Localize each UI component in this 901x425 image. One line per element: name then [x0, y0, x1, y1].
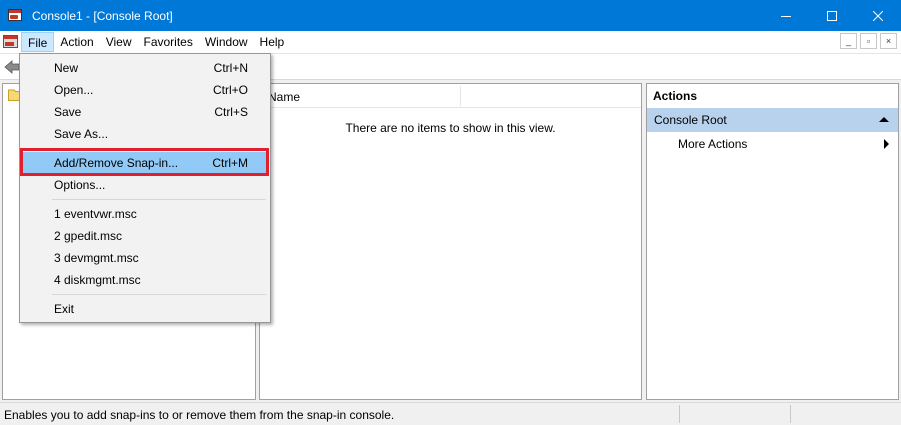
menu-action[interactable]: Action: [54, 32, 99, 52]
close-button[interactable]: [855, 0, 901, 31]
status-divider: [790, 405, 791, 423]
system-menu-icon[interactable]: [3, 34, 19, 50]
file-menu-dropdown: New Ctrl+N Open... Ctrl+O Save Ctrl+S Sa…: [19, 53, 271, 323]
actions-pane: Actions Console Root More Actions: [646, 83, 899, 400]
minimize-button[interactable]: [763, 0, 809, 31]
file-menu-recent-1[interactable]: 1 eventvwr.msc: [22, 203, 268, 225]
file-menu-new[interactable]: New Ctrl+N: [22, 57, 268, 79]
annotation-highlight-box: [20, 148, 269, 176]
mdi-minimize-button[interactable]: _: [840, 33, 857, 49]
menu-separator: [52, 199, 266, 200]
menu-favorites[interactable]: Favorites: [138, 32, 199, 52]
mdi-controls: _ ▫ ×: [837, 33, 897, 49]
close-icon: [873, 10, 883, 21]
submenu-arrow-icon: [884, 139, 889, 149]
actions-group-label: Console Root: [654, 113, 727, 127]
file-menu-recent-3[interactable]: 3 devmgmt.msc: [22, 247, 268, 269]
actions-group-console-root[interactable]: Console Root: [647, 108, 898, 132]
status-divider: [679, 405, 680, 423]
maximize-icon: [827, 10, 837, 21]
more-actions-label: More Actions: [678, 137, 748, 151]
column-header-name[interactable]: Name: [268, 90, 300, 104]
file-menu-open[interactable]: Open... Ctrl+O: [22, 79, 268, 101]
file-menu-save-as[interactable]: Save As...: [22, 123, 268, 145]
menu-bar: File Action View Favorites Window Help _…: [0, 31, 901, 53]
mdi-restore-button[interactable]: ▫: [860, 33, 877, 49]
file-menu-save[interactable]: Save Ctrl+S: [22, 101, 268, 123]
collapse-up-icon[interactable]: [879, 117, 889, 122]
back-arrow-icon[interactable]: [4, 59, 20, 75]
list-header: Name: [260, 84, 641, 108]
file-menu-exit[interactable]: Exit: [22, 298, 268, 320]
file-menu-recent-4[interactable]: 4 diskmgmt.msc: [22, 269, 268, 291]
results-list-pane[interactable]: Name There are no items to show in this …: [259, 83, 642, 400]
empty-list-message: There are no items to show in this view.: [345, 121, 556, 135]
menu-help[interactable]: Help: [254, 32, 291, 52]
mdi-close-button[interactable]: ×: [880, 33, 897, 49]
menu-window[interactable]: Window: [199, 32, 254, 52]
menu-file[interactable]: File: [21, 32, 55, 52]
minimize-icon: [781, 15, 791, 17]
column-divider[interactable]: [460, 86, 461, 106]
window-controls: [763, 0, 901, 31]
more-actions-item[interactable]: More Actions: [647, 132, 898, 156]
status-text: Enables you to add snap-ins to or remove…: [4, 408, 395, 422]
menu-view[interactable]: View: [100, 32, 138, 52]
status-bar: Enables you to add snap-ins to or remove…: [0, 402, 901, 425]
title-bar: Console1 - [Console Root]: [0, 0, 901, 31]
actions-title: Actions: [653, 89, 698, 103]
file-menu-options[interactable]: Options...: [22, 174, 268, 196]
window-title: Console1 - [Console Root]: [32, 8, 173, 23]
menu-separator: [52, 294, 266, 295]
mmc-app-icon: [8, 8, 24, 23]
maximize-button[interactable]: [809, 0, 855, 31]
file-menu-recent-2[interactable]: 2 gpedit.msc: [22, 225, 268, 247]
